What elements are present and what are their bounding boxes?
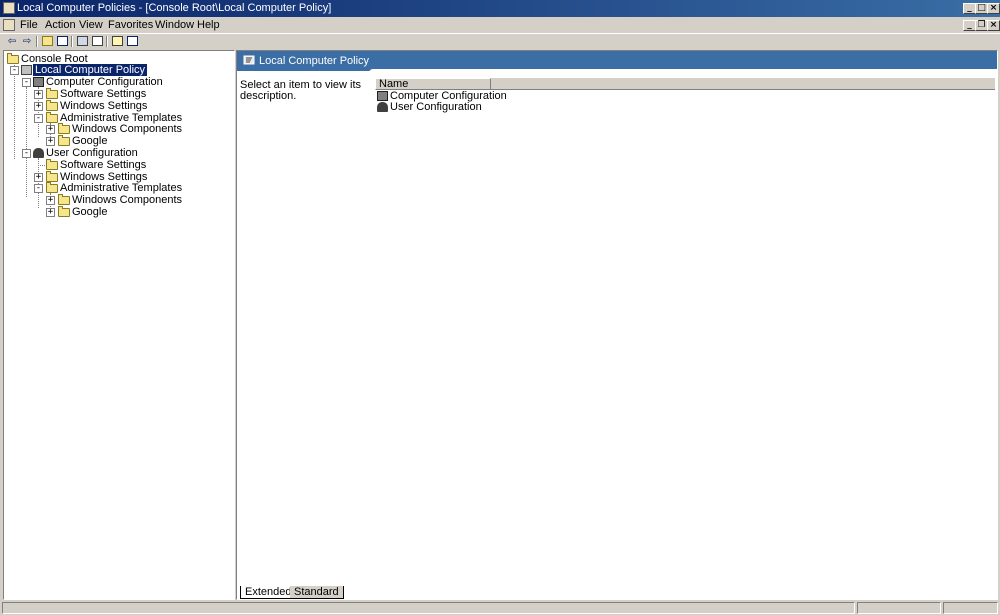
expand-icon[interactable]: + (46, 196, 55, 205)
tree-node-label: Software Settings (60, 159, 147, 171)
tree-node-label: User Configuration (46, 147, 138, 159)
toolbar-separator (106, 36, 108, 47)
close-button[interactable]: × (987, 3, 1000, 14)
menu-window[interactable]: Window (155, 19, 194, 31)
item-description: Select an item to view its description. (240, 79, 362, 102)
details-pane: Local Computer Policy Select an item to … (236, 50, 998, 600)
tree-node-label: Computer Configuration (46, 76, 163, 88)
details-header: Local Computer Policy (237, 51, 997, 73)
mmc-app-icon[interactable] (3, 2, 15, 14)
menu-action[interactable]: Action (45, 19, 76, 31)
folder-icon (58, 194, 70, 205)
tree-node-label: Windows Components (72, 123, 183, 135)
tab-extended[interactable]: Extended (240, 586, 297, 599)
tab-standard[interactable]: Standard (290, 586, 344, 599)
menu-favorites[interactable]: Favorites (108, 19, 153, 31)
status-panel (857, 602, 941, 614)
folder-icon (46, 171, 58, 182)
menu-view[interactable]: View (79, 19, 103, 31)
expand-icon[interactable]: + (34, 102, 43, 111)
status-panel (943, 602, 998, 614)
expand-icon[interactable]: + (46, 137, 55, 146)
tree-node-label: Google (72, 206, 108, 218)
forward-icon[interactable]: ⇨ (21, 36, 33, 47)
details-header-title: Local Computer Policy (259, 55, 370, 67)
folder-icon (7, 53, 19, 64)
doc-close-button[interactable]: × (987, 20, 1000, 31)
tree-connector (38, 165, 45, 166)
expand-icon[interactable]: + (34, 90, 43, 99)
tree-connector (26, 87, 27, 197)
title-bar: Local Computer Policies - [Console Root\… (0, 0, 1000, 17)
expand-icon[interactable]: + (34, 173, 43, 182)
toolbar-separator (36, 36, 38, 47)
tree-node-label: Administrative Templates (60, 182, 183, 194)
collapse-icon[interactable]: - (22, 149, 31, 158)
tree-node-label: Local Computer Policy (33, 64, 148, 76)
tree-node-label: Google (72, 135, 108, 147)
view-tabs: Extended Standard (236, 586, 998, 600)
folder-icon (46, 182, 58, 193)
new-window-icon[interactable] (77, 36, 88, 46)
menu-file[interactable]: File (20, 19, 38, 31)
folder-icon (58, 206, 70, 217)
folder-icon (58, 135, 70, 146)
status-bar (0, 601, 1000, 615)
status-panel-main (2, 602, 855, 614)
document-system-menu-icon[interactable] (3, 19, 15, 31)
export-list-icon[interactable] (92, 36, 103, 46)
policy-icon (21, 65, 32, 75)
folder-icon (46, 112, 58, 123)
menu-help[interactable]: Help (197, 19, 220, 31)
tree-connector (14, 65, 15, 159)
menu-bar: File Action View Favorites Window Help _… (0, 17, 1000, 33)
column-header-filler (491, 78, 995, 90)
list-item-label: User Configuration (390, 101, 482, 113)
collapse-icon[interactable]: - (22, 78, 31, 87)
user-icon (33, 148, 44, 158)
expand-icon[interactable]: + (46, 208, 55, 217)
tree-node-label: Windows Settings (60, 100, 148, 112)
back-icon[interactable]: ⇦ (6, 36, 18, 47)
computer-icon (377, 91, 388, 101)
folder-icon (58, 123, 70, 134)
expand-icon[interactable]: + (46, 125, 55, 134)
computer-icon (33, 77, 44, 87)
window-title: Local Computer Policies - [Console Root\… (17, 2, 332, 14)
tree-node-label: Windows Components (72, 194, 183, 206)
console-tree[interactable]: Console Root - Local Computer Policy - C… (3, 50, 235, 600)
folder-icon (46, 88, 58, 99)
toolbar: ⇦ ⇨ (0, 33, 1000, 48)
folder-icon (46, 100, 58, 111)
details-header-tab-shape (369, 69, 997, 73)
tree-node-label: Software Settings (60, 88, 147, 100)
properties-icon[interactable] (127, 36, 138, 46)
column-header-name[interactable]: Name (375, 78, 491, 90)
show-tree-icon[interactable] (57, 36, 68, 46)
list-header: Name (375, 78, 995, 90)
user-icon (377, 102, 388, 112)
collapse-icon[interactable]: - (10, 66, 19, 75)
collapse-icon[interactable]: - (34, 184, 43, 193)
policy-icon (243, 54, 255, 66)
folder-icon (46, 159, 58, 170)
up-folder-icon[interactable] (42, 36, 53, 46)
collapse-icon[interactable]: - (34, 114, 43, 123)
help-icon[interactable] (112, 36, 123, 46)
toolbar-separator (71, 36, 73, 47)
